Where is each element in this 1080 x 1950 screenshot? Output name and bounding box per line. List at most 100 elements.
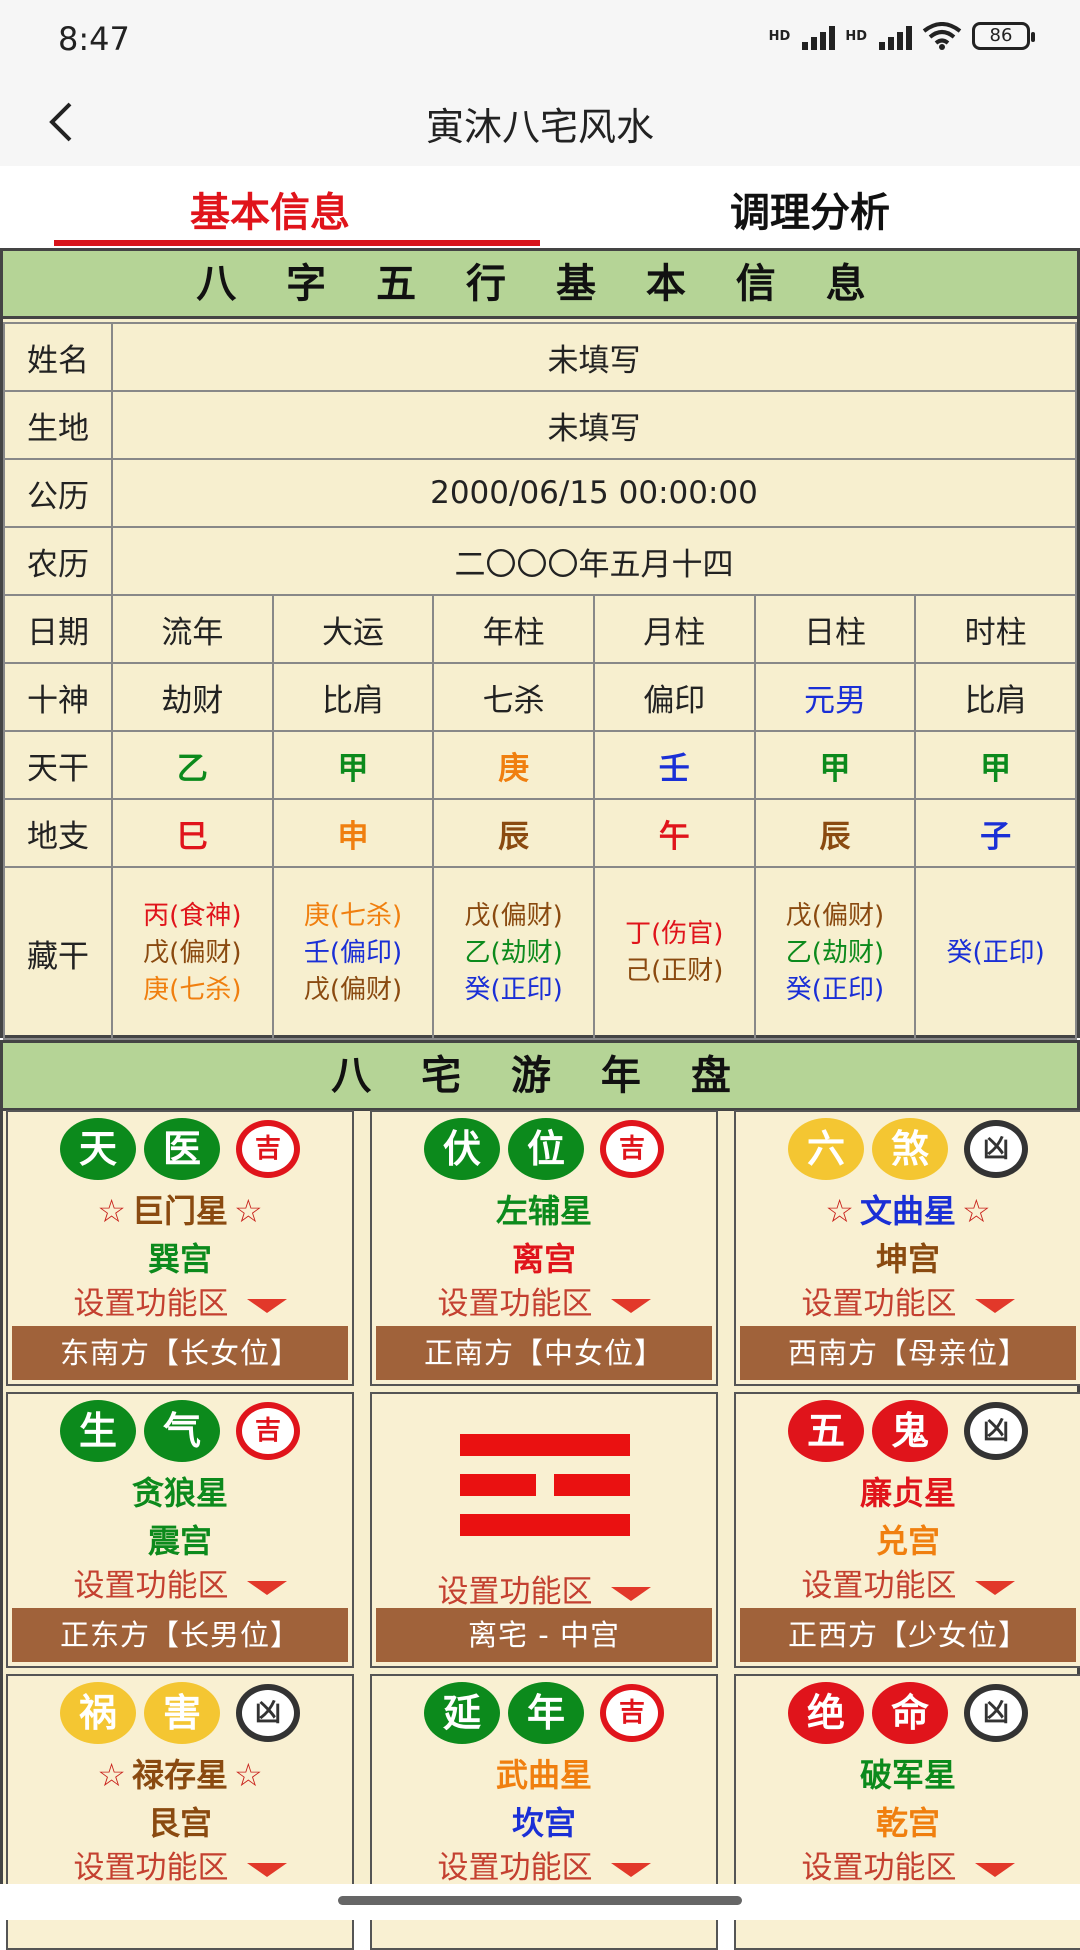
lunar-date-label: 农历 [3,526,113,596]
badge-row: 天医吉 [8,1118,352,1180]
canggan-item: 癸(正印) [464,974,563,1005]
status-time: 8:47 [58,20,130,58]
bazhai-cell[interactable]: 五鬼凶廉贞星 兑宫 设置功能区 正西方【少女位】 [734,1392,1080,1668]
trigram-line [460,1514,630,1536]
star-name: ☆ 巨门星 ☆ [8,1186,352,1232]
hd-label-1: HD [768,28,791,44]
canggan-cell: 丙(食神) 戊(偏财) 庚(七杀) [111,866,274,1040]
trigram-line [460,1474,536,1496]
star-label: 破军星 [859,1756,956,1794]
set-function-dropdown[interactable]: 设置功能区 [372,1842,716,1887]
tab-basic-info[interactable]: 基本信息 [0,180,540,238]
dropdown-arrow-icon [610,1586,651,1601]
hd-label-2: HD [845,28,867,44]
badge-row: 六煞凶 [736,1118,1080,1180]
shishen-cell: 偏印 [592,662,756,732]
dropdown-arrow-icon [246,1580,287,1595]
date-cell: 月柱 [592,594,756,664]
wifi-icon [922,22,962,50]
canggan-item: 乙(劫财) [464,937,563,968]
star-icon: ☆ [234,1756,263,1794]
battery-icon: 86 [972,22,1035,50]
canggan-item: 庚(七杀) [303,900,403,931]
dizhi-cell: 辰 [432,798,595,868]
trigram-line [460,1434,630,1456]
star-name: 贪狼星 [8,1468,352,1514]
star-label: 文曲星 [859,1192,956,1230]
dizhi-cell: 辰 [753,798,917,868]
bazhai-cell[interactable]: 六煞凶 ☆ 文曲星 ☆ 坤宫 设置功能区 西南方【母亲位】 [734,1110,1080,1386]
set-function-dropdown[interactable]: 设置功能区 [8,1278,352,1323]
canggan-item: 乙(劫财) [785,937,885,968]
status-bar: 8:47 HD HD 86 [0,0,1080,80]
dizhi-cell: 子 [914,798,1077,868]
date-cell: 大运 [271,594,435,664]
bazhai-heading: 八 宅 游 年 盘 [3,1043,1077,1111]
home-indicator[interactable] [338,1896,742,1905]
signal-icon-2 [879,22,912,50]
set-function-dropdown[interactable]: 设置功能区 [736,1842,1080,1887]
birthplace-label: 生地 [3,390,113,460]
name-label: 姓名 [3,322,113,392]
tiangan-cell: 壬 [592,730,756,800]
set-function-dropdown[interactable]: 设置功能区 [8,1560,352,1605]
shishen-cell: 比肩 [914,662,1077,732]
star-name: 破军星 [736,1750,1080,1796]
badge-row: 五鬼凶 [736,1400,1080,1462]
bazhai-cell[interactable]: 生气吉贪狼星 震宫 设置功能区 正东方【长男位】 [6,1392,354,1668]
tiangan-cell: 甲 [753,730,917,800]
star-icon: ☆ [97,1756,126,1794]
badge-char: 年 [508,1682,584,1744]
fortune-seal-icon: 凶 [964,1402,1028,1460]
star-label: 巨门星 [131,1192,228,1230]
bazi-heading: 八 字 五 行 基 本 信 息 [3,251,1077,319]
date-cell: 流年 [111,594,274,664]
set-function-dropdown[interactable]: 设置功能区 [8,1842,352,1887]
tiangan-cell: 甲 [271,730,435,800]
solar-date-value: 2000/06/15 00:00:00 [111,458,1077,528]
direction-label: 东南方【长女位】 [12,1326,348,1380]
star-name: ☆ 文曲星 ☆ [736,1186,1080,1232]
app-bar: 寅沐八宅风水 [0,80,1080,166]
badge-row: 延年吉 [372,1682,716,1744]
tab-indicator [54,240,540,246]
star-icon: ☆ [825,1192,854,1230]
badge-char: 祸 [60,1682,136,1744]
direction-label: 正东方【长男位】 [12,1608,348,1662]
tab-bar: 基本信息 调理分析 [0,166,1080,246]
tab-analysis[interactable]: 调理分析 [540,180,1080,238]
dropdown-arrow-icon [610,1862,651,1877]
dropdown-arrow-icon [974,1862,1015,1877]
center-cell[interactable]: 设置功能区 离宅 - 中宫 [370,1392,718,1668]
tiangan-cell: 庚 [432,730,595,800]
set-function-dropdown[interactable]: 设置功能区 [736,1560,1080,1605]
set-function-dropdown[interactable]: 设置功能区 [736,1278,1080,1323]
badge-char: 煞 [872,1118,948,1180]
dizhi-cell: 午 [592,798,756,868]
badge-row: 绝命凶 [736,1682,1080,1744]
set-function-dropdown[interactable]: 设置功能区 [372,1278,716,1323]
star-label: 廉贞星 [859,1474,956,1512]
badge-row: 祸害凶 [8,1682,352,1744]
star-icon: ☆ [962,1192,991,1230]
canggan-item: 丙(食神) [143,900,242,931]
bazi-section: 八 字 五 行 基 本 信 息 姓名 未填写 生地 未填写 公历 2000/06/15… [0,248,1080,1040]
name-value: 未填写 [111,322,1077,392]
badge-char: 生 [60,1400,136,1462]
bazhai-cell[interactable]: 天医吉 ☆ 巨门星 ☆ 巽宫 设置功能区 东南方【长女位】 [6,1110,354,1386]
palace-name: 乾宫 [875,1804,940,1842]
set-function-label: 设置功能区 [801,1568,957,1604]
palace-name: 震宫 [147,1522,212,1560]
fortune-seal-icon: 吉 [600,1684,664,1742]
dropdown-arrow-icon [246,1862,287,1877]
set-function-label: 设置功能区 [437,1286,593,1322]
palace-name: 坎宫 [511,1804,576,1842]
badge-row: 伏位吉 [372,1118,716,1180]
fortune-seal-icon: 凶 [964,1684,1028,1742]
palace-name: 坤宫 [875,1240,940,1278]
dizhi-label: 地支 [3,798,113,868]
bazhai-cell[interactable]: 伏位吉左辅星 离宫 设置功能区 正南方【中女位】 [370,1110,718,1386]
direction-label: 离宅 - 中宫 [376,1608,712,1662]
solar-date-label: 公历 [3,458,113,528]
set-function-dropdown[interactable]: 设置功能区 [372,1566,716,1611]
